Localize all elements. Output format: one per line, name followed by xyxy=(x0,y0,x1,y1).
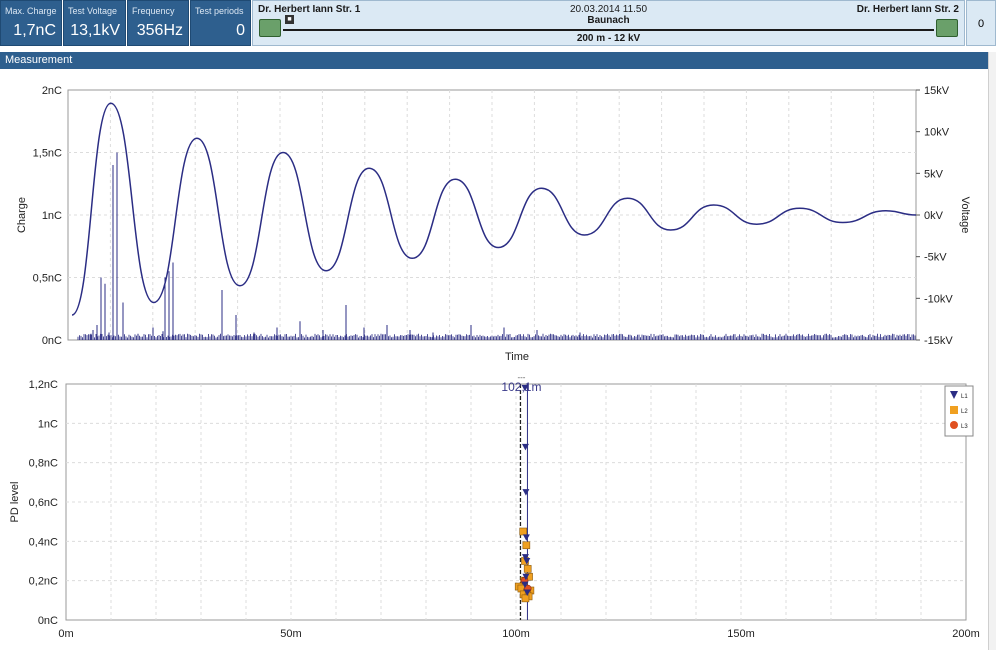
y-tick-label: 1,2nC xyxy=(29,379,58,391)
y-tick-label: 2nC xyxy=(42,85,62,97)
y-right-tick-label: 5kV xyxy=(924,168,944,180)
y-right-tick-label: -5kV xyxy=(924,252,947,264)
x-tick-label: 200m xyxy=(952,628,980,640)
test-periods-label: Test periods xyxy=(195,6,244,16)
side-panel-edge[interactable] xyxy=(988,52,996,650)
test-voltage-value: 13,1kV xyxy=(70,22,120,39)
max-charge-card: Max. Charge 1,7nC xyxy=(0,0,62,46)
frequency-card: Frequency 356Hz xyxy=(127,0,189,46)
y-tick-label: 0,8nC xyxy=(29,458,58,470)
y-right-tick-label: -15kV xyxy=(924,335,953,347)
y-axis-title: PD level xyxy=(9,482,21,523)
y-tick-label: 1,5nC xyxy=(33,148,62,160)
legend-label: L3 xyxy=(961,424,968,430)
test-periods-card: Test periods 0 xyxy=(190,0,251,46)
location-name: Baunach xyxy=(587,15,630,26)
max-charge-value: 1,7nC xyxy=(13,22,56,39)
y-tick-label: 0,6nC xyxy=(29,497,58,509)
l2-point xyxy=(521,594,530,603)
right-station-name: Dr. Herbert Iann Str. 2 xyxy=(856,4,959,15)
measurement-panel-title: Measurement xyxy=(0,52,988,69)
y-tick-label: 0,4nC xyxy=(29,536,58,548)
cable-length-voltage: 200 m - 12 kV xyxy=(576,33,641,44)
y-right-tick-label: 15kV xyxy=(924,85,950,97)
legend-l2-marker xyxy=(950,406,958,414)
y-right-tick-label: 10kV xyxy=(924,127,950,139)
joint-marker-icon: ■ xyxy=(285,15,294,24)
frequency-label: Frequency xyxy=(132,6,175,16)
y-axis-title: Charge xyxy=(16,197,28,233)
y-tick-label: 0,5nC xyxy=(33,273,62,285)
y-right-axis-title: Voltage xyxy=(959,197,971,234)
legend-label: L1 xyxy=(961,394,968,400)
test-voltage-card: Test Voltage 13,1kV xyxy=(63,0,126,46)
x-axis-title: Time xyxy=(505,351,529,363)
l2-point xyxy=(519,527,528,536)
l2-point xyxy=(523,565,532,573)
legend-box xyxy=(944,385,974,437)
charge-voltage-chart: 0nC 0,5nC 1nC 1,5nC 2nC -15kV -10kV -5kV 0kV 5kV 1… xyxy=(16,85,971,363)
test-voltage-label: Test Voltage xyxy=(68,6,118,16)
y-tick-label: 0nC xyxy=(38,615,58,627)
max-charge-label: Max. Charge xyxy=(5,6,57,16)
legend-label: L2 xyxy=(961,409,968,415)
legend-l3-marker xyxy=(950,421,958,429)
y-tick-label: 1nC xyxy=(38,418,58,430)
cursor-distance-label: 102,1m xyxy=(501,380,541,394)
l2-point xyxy=(522,541,531,550)
y-tick-label: 0,2nC xyxy=(29,576,58,588)
x-tick-label: 50m xyxy=(280,628,301,640)
x-tick-label: 150m xyxy=(727,628,755,640)
y-tick-label: 1nC xyxy=(42,210,62,222)
cable-line xyxy=(283,29,934,31)
x-tick-label: 100m xyxy=(502,628,530,640)
frequency-value: 356Hz xyxy=(136,22,183,39)
test-periods-value: 0 xyxy=(236,22,245,39)
y-right-tick-label: -10kV xyxy=(924,293,953,305)
pd-location-chart: 0nC 0,2nC 0,4nC 0,6nC 0,8nC 1nC 1,2nC 0m 50m 100m… xyxy=(9,373,980,640)
y-tick-label: 0nC xyxy=(42,335,62,347)
event-count: 0 xyxy=(966,0,996,46)
x-tick-label: 0m xyxy=(58,628,73,640)
y-right-tick-label: 0kV xyxy=(924,210,944,222)
cable-route-panel[interactable]: Dr. Herbert Iann Str. 1 20.03.2014 11.50… xyxy=(252,0,965,46)
header-bar: Max. Charge 1,7nC Test Voltage 13,1kV Fr… xyxy=(0,0,996,48)
